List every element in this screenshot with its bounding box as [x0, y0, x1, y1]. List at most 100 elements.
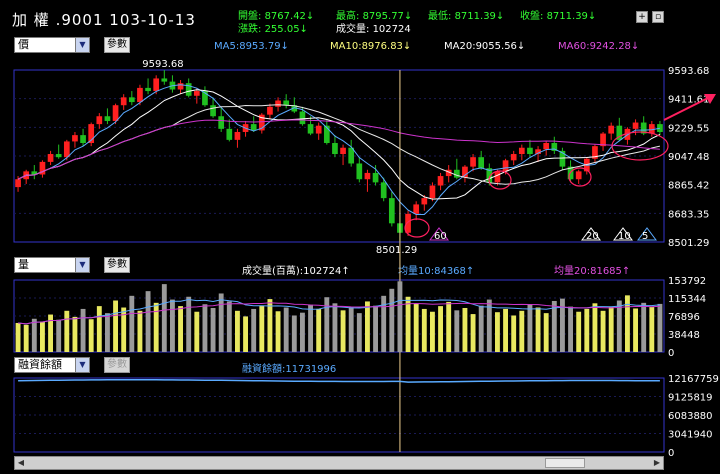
- candle-body: [234, 131, 241, 140]
- scroll-right-icon[interactable]: ▶: [651, 457, 663, 469]
- candle-body: [388, 198, 395, 224]
- volume-bar: [275, 311, 281, 352]
- volume-bar: [31, 318, 37, 352]
- candle-body: [15, 179, 21, 188]
- candle-body: [510, 154, 517, 161]
- ma-tag-label: 60: [434, 231, 447, 242]
- volume-bar: [332, 303, 338, 352]
- volume-bar: [153, 302, 159, 352]
- volume-bar: [226, 301, 232, 352]
- volume-bar: [421, 308, 427, 352]
- candle-body: [299, 111, 306, 125]
- margin-tick-label: 9125819: [668, 393, 713, 404]
- volume-bar: [568, 306, 573, 352]
- candle-body: [575, 171, 582, 180]
- high-price-marker: 9593.68: [142, 59, 183, 70]
- candle-body: [332, 143, 338, 155]
- volume-bar: [397, 281, 403, 352]
- volume-bar: [543, 313, 549, 352]
- volume-bar: [56, 319, 62, 352]
- volume-bar: [503, 308, 508, 352]
- candle-body: [429, 185, 436, 199]
- price-tick-label: 8683.35: [668, 209, 709, 220]
- volume-bar: [267, 299, 273, 352]
- volume-bar: [186, 296, 192, 352]
- candle-body: [632, 122, 639, 129]
- ma-tag-label: 20: [586, 231, 599, 242]
- price-tick-label: 9047.48: [668, 152, 709, 163]
- low-price-marker: 8501.29: [376, 245, 417, 256]
- volume-bar: [129, 295, 135, 352]
- volume-bar: [308, 304, 313, 352]
- volume-bar: [470, 314, 476, 352]
- candle-body: [153, 78, 160, 92]
- volume-bar: [365, 301, 370, 352]
- volume-bar: [283, 307, 289, 352]
- volume-bar: [194, 311, 200, 352]
- volume-tick-label: 0: [668, 348, 674, 359]
- candle-body: [72, 135, 78, 142]
- candle-body: [283, 100, 290, 106]
- volume-bar: [462, 307, 468, 352]
- candle-body: [137, 87, 143, 103]
- volume-bar: [576, 311, 582, 352]
- scroll-left-icon[interactable]: ◀: [15, 457, 27, 469]
- candle-body: [80, 135, 86, 144]
- candle-body: [364, 172, 371, 180]
- volume-bar: [40, 321, 45, 352]
- volume-tick-label: 38448: [668, 330, 700, 341]
- volume-bar: [178, 306, 183, 352]
- candle-body: [527, 147, 533, 155]
- candle-body: [648, 124, 655, 134]
- candle-body: [177, 83, 184, 90]
- candle-body: [161, 78, 168, 82]
- candle-body: [494, 171, 501, 183]
- candle-body: [275, 100, 281, 107]
- volume-bar: [373, 305, 378, 352]
- volume-bar: [616, 300, 622, 352]
- volume-bar: [259, 305, 265, 352]
- volume-bar: [218, 293, 224, 352]
- volume-bar: [633, 308, 638, 352]
- volume-bar: [137, 310, 143, 352]
- candle-body: [267, 106, 273, 115]
- volume-bar: [519, 310, 525, 352]
- candle-body: [421, 198, 428, 205]
- candle-body: [250, 124, 257, 131]
- volume-tick-label: 153792: [668, 276, 706, 287]
- candle-body: [218, 116, 225, 129]
- volume-bar: [72, 316, 78, 352]
- volume-bar: [64, 310, 70, 352]
- volume-bar: [454, 310, 460, 352]
- volume-bar: [291, 315, 297, 352]
- candle-body: [120, 97, 127, 106]
- volume-bar: [649, 307, 655, 352]
- volume-bar: [88, 319, 94, 352]
- ma60-line: [17, 119, 660, 180]
- volume-bar: [235, 310, 240, 352]
- volume-bar: [478, 305, 484, 352]
- horizontal-scrollbar[interactable]: ◀ ▶: [14, 456, 664, 470]
- price-tick-label: 9229.55: [668, 123, 709, 134]
- candle-body: [657, 124, 663, 132]
- candle-body: [145, 87, 151, 92]
- volume-bar: [251, 308, 257, 352]
- volume-bar: [202, 304, 208, 352]
- price-tick-label: 8501.29: [668, 238, 709, 249]
- stock-chart: 9593.689411.619229.559047.488865.428683.…: [13, 59, 719, 459]
- volume-bar: [413, 303, 419, 352]
- price-tick-label: 8865.42: [668, 181, 709, 192]
- candle-body: [543, 143, 550, 150]
- volume-bar: [356, 313, 362, 352]
- candle-body: [112, 105, 119, 121]
- candle-body: [478, 157, 485, 169]
- candle-body: [470, 157, 476, 167]
- candle-body: [96, 116, 103, 125]
- candle-body: [453, 169, 460, 178]
- volume-tick-label: 76896: [668, 312, 700, 323]
- ma-tag-label: 10: [618, 231, 631, 242]
- candle-body: [307, 124, 314, 134]
- volume-bar: [641, 302, 647, 352]
- price-tick-label: 9593.68: [668, 66, 709, 77]
- scrollbar-thumb[interactable]: [545, 458, 585, 468]
